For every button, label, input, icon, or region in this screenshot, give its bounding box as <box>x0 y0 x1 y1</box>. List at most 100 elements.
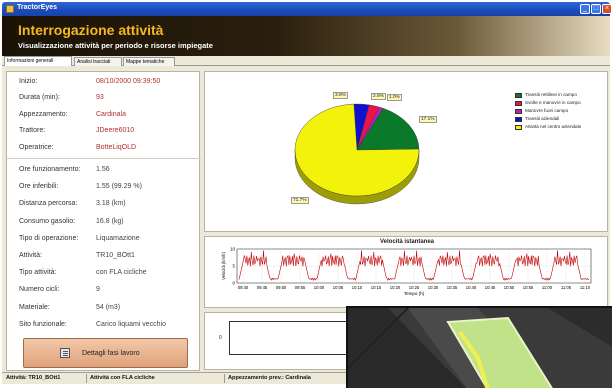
info-row: Trattore: JDeere6010 <box>7 123 201 139</box>
info-value: con FLA cicliche <box>96 269 147 277</box>
details-button-label: Dettagli fasi lavoro <box>82 350 140 357</box>
info-row: Inizio: 08/10/2000 09:39:50 <box>7 74 201 90</box>
info-row: Sito funzionale: Carico liquami vecchio <box>7 317 201 333</box>
info-separator <box>7 158 201 159</box>
info-row: Consumo gasolio: 16.8 (kg) <box>7 214 201 230</box>
legend-swatch <box>515 117 522 122</box>
x-tick-label: 10:05 <box>333 285 344 290</box>
x-axis-label: Tempo (h) <box>404 291 425 296</box>
page-subtitle: Visualizzazione attività per periodo e r… <box>18 41 213 50</box>
pie-data-label: 3.8% <box>333 92 348 99</box>
details-button[interactable]: Dettagli fasi lavoro <box>23 338 188 368</box>
x-tick-label: 09:55 <box>295 285 306 290</box>
info-value: JDeere6010 <box>96 127 135 135</box>
title-bar: TractorEyes _ □ × <box>2 2 612 16</box>
pie-data-label: 17.1% <box>419 116 437 123</box>
info-row: Tipo attività: con FLA cicliche <box>7 265 201 281</box>
tab-mappe-tematiche[interactable]: Mappe tematiche <box>123 57 175 66</box>
window-title: TractorEyes <box>17 4 58 11</box>
x-tick-label: 10:35 <box>447 285 458 290</box>
info-value: 93 <box>96 94 104 102</box>
y-tick-label: 0 <box>232 281 235 286</box>
info-label: Distanza percorsa: <box>19 200 78 208</box>
info-label: Numero cicli: <box>19 286 60 294</box>
header-banner: Interrogazione attività Visualizzazione … <box>2 16 610 56</box>
status-divider <box>224 374 225 383</box>
pie-data-label: 1.0% <box>387 94 402 101</box>
x-tick-label: 10:20 <box>390 285 401 290</box>
info-row: Durata (min): 93 <box>7 90 201 106</box>
legend-label: Manovre fuori campo <box>525 108 569 113</box>
legend-label: Svolte e manovre in campo <box>525 100 581 105</box>
x-tick-label: 10:55 <box>523 285 534 290</box>
x-tick-label: 09:45 <box>257 285 268 290</box>
x-tick-label: 10:00 <box>314 285 325 290</box>
info-row: Ore funzionamento: 1.56 <box>7 162 201 178</box>
legend-swatch <box>515 93 522 98</box>
list-icon <box>60 348 70 358</box>
lower-chart-frame <box>229 321 349 355</box>
info-row: Ore inferibili: 1.55 (99.29 %) <box>7 179 201 195</box>
pie-data-label: 71.7% <box>291 197 309 204</box>
tab-informazioni-generali[interactable]: Informazioni generali <box>4 56 72 66</box>
tab-analisi-tracciati[interactable]: Analisi tracciati <box>74 57 122 66</box>
info-row: Tipo di operazione: Liquamazione <box>7 231 201 247</box>
y-tick-label: 10 <box>230 247 236 252</box>
info-panel: Dettagli fasi lavoro Inizio: 08/10/2000 0… <box>6 71 201 371</box>
legend-label: Transiti rettilinei in campo <box>525 92 577 97</box>
info-value: 3.18 (km) <box>96 200 126 208</box>
info-value: 54 (m3) <box>96 303 121 311</box>
legend-swatch <box>515 125 522 130</box>
pie-chart-panel: Transiti rettilinei in campo Svolte e man… <box>204 71 608 232</box>
info-value: 1.55 (99.29 %) <box>96 183 142 191</box>
map-graphic <box>348 308 612 388</box>
y-axis-label: Velocità (km/h) <box>221 252 226 280</box>
close-button[interactable]: × <box>602 4 612 14</box>
info-label: Appezzamento: <box>19 110 68 118</box>
y-tick-label: 5 <box>232 264 235 269</box>
app-icon <box>6 5 14 13</box>
info-label: Attività: <box>19 252 42 259</box>
info-value: 9 <box>96 286 100 294</box>
pie-data-label: 2.6% <box>371 93 386 100</box>
x-tick-label: 10:45 <box>485 285 496 290</box>
x-tick-label: 10:10 <box>352 285 363 290</box>
lower-axis-zero: 0 <box>219 335 222 341</box>
info-label: Tipo attività: <box>19 269 57 277</box>
info-row: Attività: TR10_BOtt1 <box>7 248 201 264</box>
info-row: Numero cicli: 9 <box>7 282 201 298</box>
info-label: Tipo di operazione: <box>19 234 79 242</box>
status-bar: Attività: TR10_BOtt1 Attività con FLA ci… <box>2 372 346 384</box>
info-row: Operatrice: BotteLiqOLD <box>7 140 201 156</box>
info-label: Inizio: <box>19 78 38 85</box>
x-tick-label: 10:15 <box>371 285 382 290</box>
x-tick-label: 10:40 <box>466 285 477 290</box>
info-value: 08/10/2000 09:39:50 <box>96 78 161 85</box>
status-activity-type: Attività con FLA cicliche <box>90 375 155 381</box>
info-label: Trattore: <box>19 127 46 135</box>
info-value: 1.56 <box>96 166 110 173</box>
info-value: 16.8 (kg) <box>96 217 124 225</box>
info-value: Carico liquami vecchio <box>96 320 167 328</box>
info-label: Durata (min): <box>19 94 60 102</box>
minimize-button[interactable]: _ <box>580 4 590 14</box>
maximize-button[interactable]: □ <box>591 4 601 14</box>
speed-chart-panel: Velocità istantanea 0 5 10 09:40 09:45 09:50 0… <box>204 236 608 308</box>
legend-label: Transiti aziendali <box>525 116 560 121</box>
x-tick-label: 11:10 <box>580 285 591 290</box>
info-value: TR10_BOtt1 <box>96 252 135 259</box>
x-tick-label: 09:40 <box>238 285 249 290</box>
legend-swatch <box>515 109 522 114</box>
map-view[interactable] <box>346 306 612 388</box>
x-tick-label: 09:50 <box>276 285 287 290</box>
x-tick-label: 10:25 <box>409 285 420 290</box>
info-row: Appezzamento: Cardinala <box>7 107 201 123</box>
info-label: Materiale: <box>19 303 50 311</box>
info-label: Consumo gasolio: <box>19 217 76 225</box>
speed-chart: 0 5 10 09:40 09:45 09:50 09:55 10:00 10:05 10:10 1… <box>221 247 592 296</box>
x-tick-label: 11:00 <box>542 285 553 290</box>
status-activity: Attività: TR10_BOtt1 <box>6 375 61 381</box>
info-row: Materiale: 54 (m3) <box>7 300 201 316</box>
status-divider <box>86 374 87 383</box>
x-tick-label: 11:05 <box>561 285 572 290</box>
